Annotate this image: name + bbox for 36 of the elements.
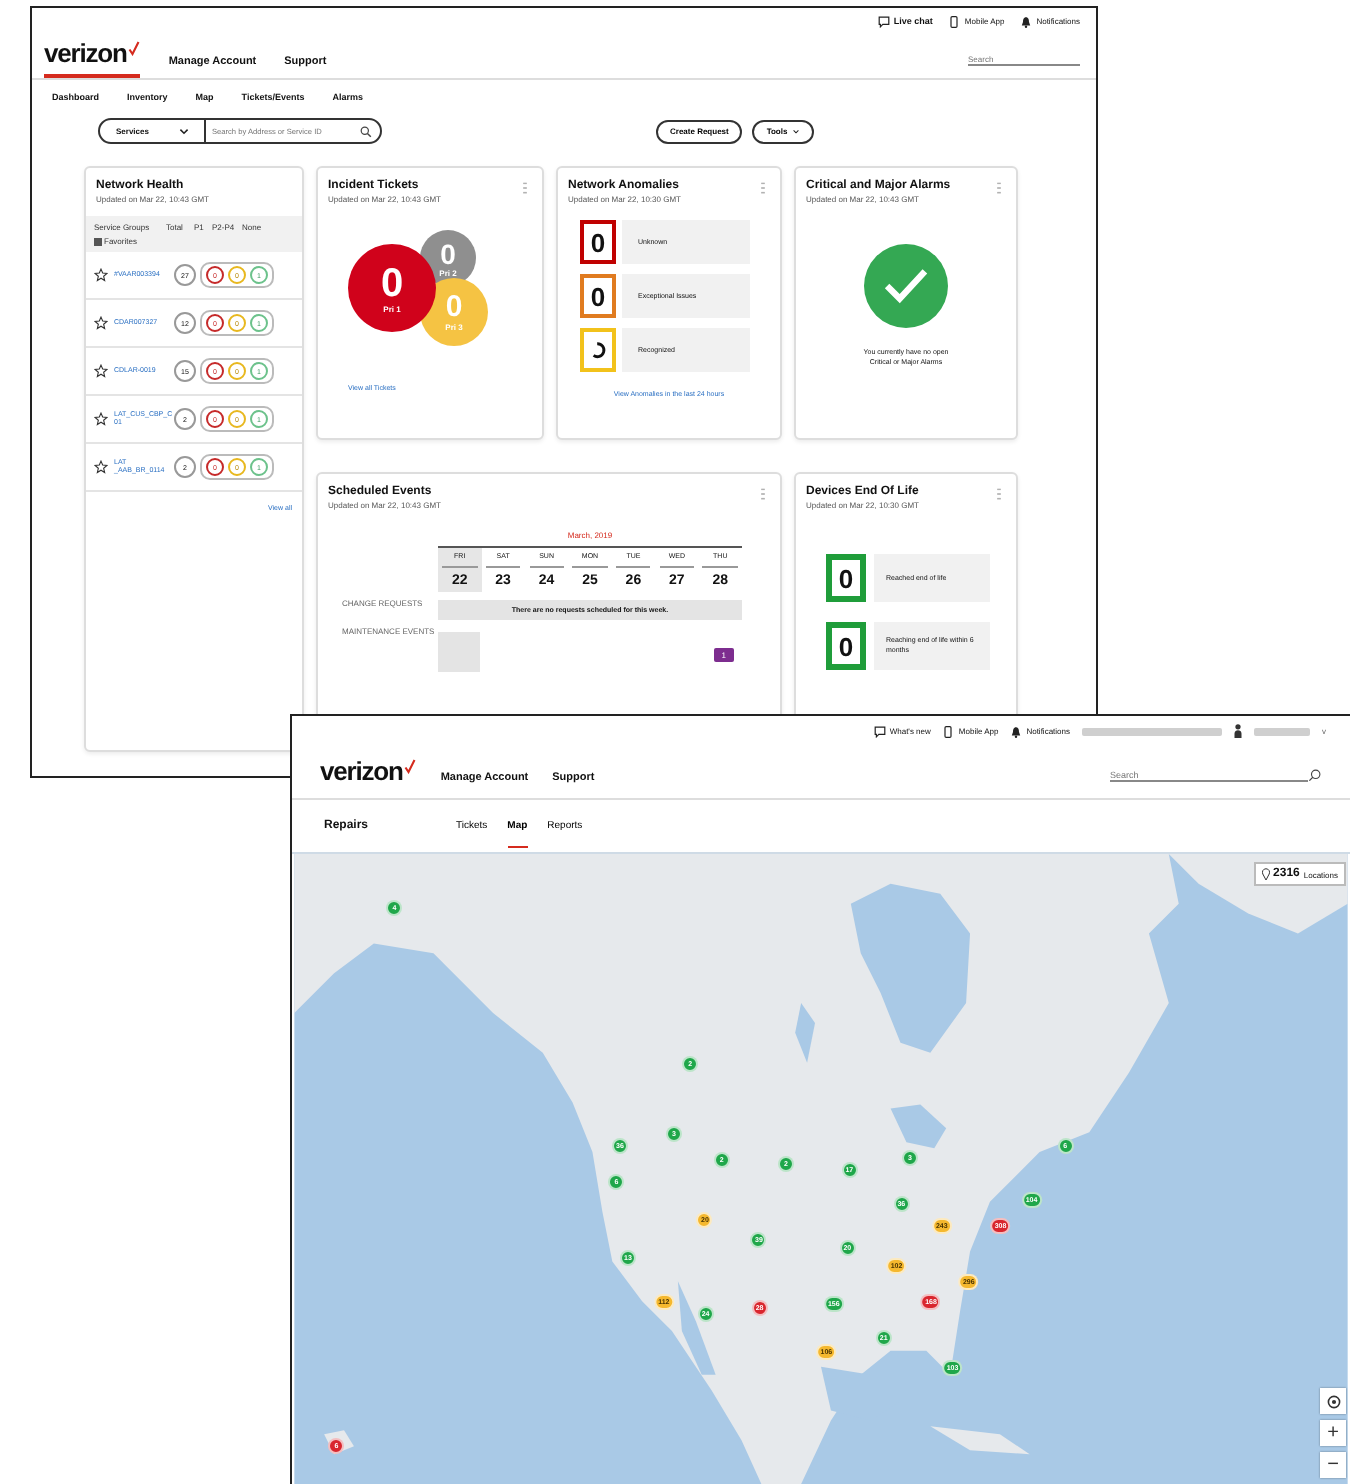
star-icon[interactable] (94, 316, 108, 330)
checkmark-icon (864, 244, 948, 328)
verizon-logo[interactable]: verizon (320, 758, 417, 790)
device-count: 0 (826, 622, 866, 670)
chat-bubble-icon (877, 15, 890, 27)
day-highlight (438, 632, 480, 672)
anomaly-count: 0 (590, 227, 606, 257)
ticket-count: 0 (380, 263, 404, 303)
chevron-down-icon (178, 125, 190, 137)
ticket-count: 0 (445, 292, 463, 322)
anomaly-count: 0 (590, 281, 606, 311)
search-icon (1308, 768, 1322, 782)
target-icon (1325, 1393, 1341, 1409)
checkbox[interactable] (94, 237, 102, 245)
chat-bubble-icon (873, 725, 886, 737)
verizon-logo[interactable]: verizon (44, 40, 141, 78)
blurred-account-name (1082, 727, 1222, 735)
star-icon[interactable] (94, 364, 108, 378)
bell-icon (1020, 15, 1033, 27)
zoom-in-button[interactable]: + (1320, 1420, 1346, 1446)
device-count: 0 (826, 554, 866, 602)
search-icon[interactable] (360, 125, 372, 137)
loading-spinner-icon (589, 340, 607, 360)
person-icon (1234, 724, 1242, 738)
ticket-count: 0 (440, 239, 456, 267)
star-icon[interactable] (94, 460, 108, 474)
locate-button[interactable] (1320, 1388, 1346, 1414)
star-icon[interactable] (94, 412, 108, 426)
location-pin-icon (1261, 868, 1270, 880)
bell-icon (1010, 725, 1023, 737)
chevron-down-icon (791, 127, 800, 135)
phone-icon (942, 725, 955, 737)
star-icon[interactable] (94, 268, 108, 282)
phone-icon (948, 15, 961, 27)
blurred-account-name (1254, 727, 1310, 735)
zoom-out-button[interactable]: − (1320, 1452, 1346, 1478)
